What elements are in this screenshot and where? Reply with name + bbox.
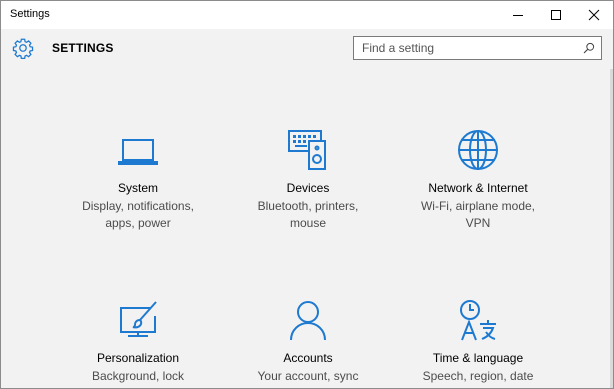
close-icon — [588, 9, 600, 21]
title-bar: Settings — [1, 1, 613, 29]
window-title: Settings — [10, 8, 50, 20]
maximize-icon — [551, 10, 561, 20]
search-box[interactable] — [353, 36, 602, 60]
scrollbar[interactable] — [610, 69, 613, 388]
paint-icon — [120, 301, 157, 337]
tile-description: Your account, sync settings, work, other — [254, 369, 361, 388]
tile-name: System — [117, 181, 158, 195]
tile-system[interactable]: System Display, notifications, apps, pow… — [50, 126, 226, 232]
minimize-icon — [513, 15, 523, 16]
tile-name: Time & language — [432, 351, 524, 365]
tile-description: Bluetooth, printers, mouse — [257, 199, 359, 230]
globe-icon — [458, 130, 498, 170]
tile-name: Accounts — [283, 351, 333, 365]
tile-description: Display, notifications, apps, power — [82, 199, 194, 230]
laptop-icon — [118, 139, 158, 165]
tile-name: Personalization — [96, 351, 180, 365]
devices-icon — [288, 130, 326, 170]
tile-description: Speech, region, date — [422, 369, 534, 383]
tile-description: Wi-Fi, airplane mode, VPN — [420, 199, 536, 230]
search-icon[interactable] — [583, 42, 595, 54]
tile-accounts[interactable]: Accounts Your account, sync settings, wo… — [220, 296, 396, 388]
close-button[interactable] — [571, 1, 613, 29]
gear-icon — [12, 38, 34, 59]
tile-devices[interactable]: Devices Bluetooth, printers, mouse — [220, 126, 396, 232]
tile-name: Devices — [286, 181, 330, 195]
settings-window: Settings SETTINGS Find a setting System … — [0, 0, 614, 389]
tile-name: Network & Internet — [428, 181, 528, 195]
person-icon — [290, 301, 326, 341]
search-input[interactable] — [354, 37, 582, 59]
time-language-icon — [460, 300, 496, 341]
tile-network-internet[interactable]: Network & Internet Wi-Fi, airplane mode,… — [390, 126, 566, 232]
tile-description: Background, lock screen, colors — [91, 369, 185, 388]
settings-header: SETTINGS — [1, 29, 613, 69]
tile-personalization[interactable]: Personalization Background, lock screen,… — [50, 296, 226, 388]
tile-time-language[interactable]: Time & language Speech, region, date — [390, 296, 566, 385]
page-title: SETTINGS — [52, 41, 114, 55]
